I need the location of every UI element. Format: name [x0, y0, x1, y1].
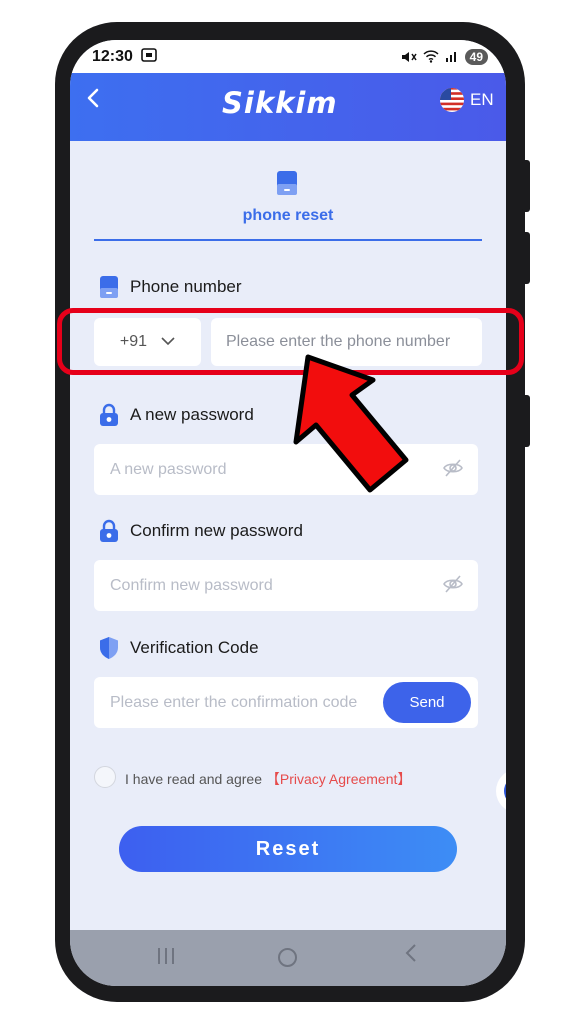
new-password-placeholder: A new password — [110, 460, 227, 478]
tab-underline — [94, 239, 482, 241]
phone-number-label: Phone number — [98, 275, 242, 299]
verification-code-placeholder: Please enter the confirmation code — [110, 693, 358, 711]
shield-icon — [98, 636, 120, 660]
screen-record-icon — [141, 48, 157, 65]
agreement-text: I have read and agree 【Privacy Agreement… — [125, 769, 411, 789]
eye-off-icon[interactable] — [442, 458, 464, 483]
verification-code-label-text: Verification Code — [130, 638, 259, 657]
mute-icon — [401, 51, 417, 62]
eye-off-icon[interactable] — [442, 574, 464, 599]
lock-icon — [98, 519, 120, 543]
privacy-agreement-link[interactable]: 【Privacy Agreement】 — [266, 771, 412, 787]
red-arrow-icon — [293, 354, 409, 493]
new-password-input[interactable]: A new password — [94, 444, 478, 495]
reset-button[interactable]: Reset — [119, 826, 457, 872]
status-bar: 12:30 49 — [70, 40, 506, 73]
agreement-checkbox[interactable] — [94, 766, 116, 788]
phone-number-label-text: Phone number — [130, 277, 242, 296]
system-navigation-bar — [70, 930, 506, 986]
confirm-password-placeholder: Confirm new password — [110, 576, 273, 594]
agreement-label: I have read and agree — [125, 771, 262, 787]
phone-icon — [98, 275, 120, 299]
new-password-label-text: A new password — [130, 405, 254, 424]
new-password-label: A new password — [98, 403, 254, 427]
recent-apps-icon[interactable] — [156, 947, 176, 970]
confirm-password-label: Confirm new password — [98, 519, 303, 543]
status-icons: 49 — [401, 48, 488, 65]
signal-icon — [445, 52, 456, 62]
floating-chat-widget[interactable] — [496, 769, 506, 813]
language-selector[interactable]: EN — [470, 90, 494, 110]
wifi-icon — [423, 50, 439, 63]
confirm-password-input[interactable]: Confirm new password — [94, 560, 478, 611]
phone-screen: 12:30 49 Sikkim EN phone reset Phone num… — [70, 40, 506, 986]
app-logo: Sikkim — [222, 86, 338, 120]
volume-up-button — [522, 160, 530, 212]
power-button — [522, 395, 530, 447]
flag-us-icon[interactable] — [439, 87, 465, 118]
tab-phone-reset[interactable]: phone reset — [70, 207, 506, 225]
send-code-button[interactable]: Send — [383, 682, 471, 723]
verification-code-label: Verification Code — [98, 636, 259, 660]
volume-down-button — [522, 232, 530, 284]
phone-icon — [276, 170, 298, 201]
confirm-password-label-text: Confirm new password — [130, 521, 303, 540]
back-icon[interactable] — [86, 87, 100, 116]
home-icon[interactable] — [278, 948, 297, 967]
nav-back-icon[interactable] — [404, 942, 418, 970]
battery-indicator: 49 — [464, 48, 488, 65]
lock-icon — [98, 403, 120, 427]
top-navigation: Sikkim EN — [70, 73, 506, 141]
status-time: 12:30 — [92, 47, 133, 65]
